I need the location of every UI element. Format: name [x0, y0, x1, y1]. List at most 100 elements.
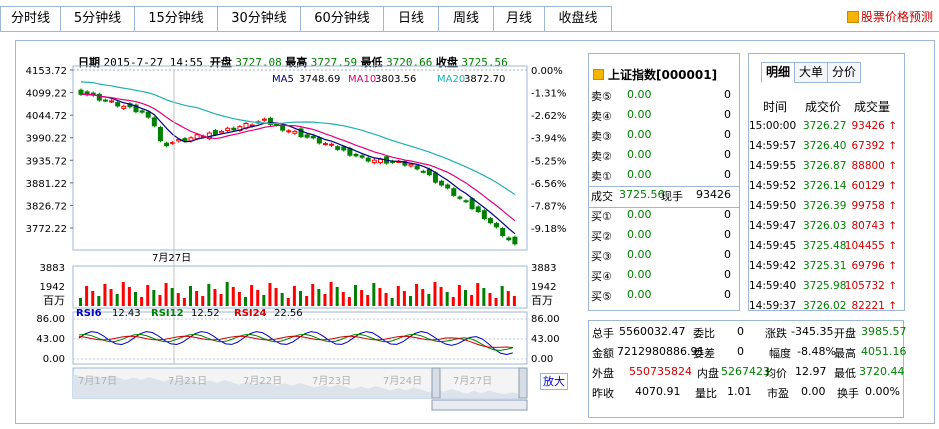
candle [341, 146, 347, 151]
volume-bar [237, 292, 241, 306]
volume-bar [470, 295, 474, 306]
volume-bar [347, 297, 351, 306]
detail-time: 14:59:57 [749, 140, 797, 152]
ma-value-0: 3748.69 [299, 74, 340, 85]
volume-bar [488, 293, 492, 306]
detail-time: 14:59:42 [749, 260, 797, 272]
detail-header: 成交量 [854, 100, 891, 114]
trade-price: 3725.56 [619, 188, 665, 201]
volume-bar [329, 282, 333, 306]
detail-time: 14:59:40 [749, 280, 797, 292]
volume-bar [219, 294, 223, 306]
orderbook-sell-row: 卖① 0.00 0 [589, 168, 739, 188]
overview-right-handle[interactable] [518, 367, 528, 399]
detail-tab-2[interactable]: 分价 [827, 62, 862, 83]
overview-left-handle[interactable] [431, 367, 441, 399]
detail-row: 14:59:55 3726.87 88800 ↑ [749, 160, 905, 180]
detail-time: 14:59:52 [749, 180, 797, 192]
detail-price: 3726.39 [803, 200, 847, 212]
stat-turnover-label: 换手 [837, 387, 859, 400]
detail-volume: 88800 ↑ [851, 160, 897, 172]
candle [371, 159, 377, 164]
orderbook-buy-row: 买⑤ 0.00 0 [589, 288, 739, 308]
orderbook-separator [589, 186, 739, 187]
overview-date: 7月22日 [243, 375, 282, 387]
vol-mid-left: 1942 [40, 282, 65, 293]
candle [145, 111, 151, 118]
detail-tab-1[interactable]: 大单 [794, 62, 829, 83]
candle [335, 146, 341, 150]
volume-bar [341, 292, 345, 306]
volume-bar [415, 284, 419, 306]
stat-open-label: 开盘 [834, 327, 856, 340]
pct-tick: -7.87% [531, 201, 566, 212]
candle [304, 134, 310, 138]
volume-bar [225, 282, 229, 306]
detail-volume: 104455 ↑ [844, 240, 897, 252]
stat-weibi-label: 委比 [693, 327, 715, 340]
ma-label-1: MA10 [348, 74, 376, 85]
stat-amp: -8.48% [797, 345, 836, 358]
price-tick: 4099.22 [26, 89, 67, 100]
candle [512, 236, 518, 245]
detail-price: 3726.03 [803, 220, 847, 232]
volume-bar [274, 288, 278, 306]
orderbook-sell-row: 卖② 0.00 0 [589, 148, 739, 168]
ob-label: 买③ [591, 250, 612, 263]
volume-bar [299, 291, 302, 306]
rsi-label-1: RSI12 [151, 308, 184, 319]
volume-bar [127, 287, 131, 306]
ob-volume: 0 [724, 168, 731, 181]
detail-price: 3725.98 [803, 280, 847, 292]
volume-bar [476, 283, 480, 306]
price-tick: 4153.72 [26, 66, 67, 77]
candle [219, 130, 225, 134]
volume-bar [158, 295, 162, 306]
candle [457, 196, 463, 199]
detail-row: 14:59:57 3726.40 67392 ↑ [749, 140, 905, 160]
volume-bar [97, 296, 101, 306]
candle [261, 118, 267, 121]
overview-scrollbar[interactable] [431, 399, 528, 411]
volume-bar [134, 292, 137, 306]
candle [102, 99, 108, 102]
stat-pe: 0.00 [801, 385, 826, 398]
volume-bar [384, 293, 388, 306]
volume-bar [396, 286, 400, 306]
stat-weicha: 0 [737, 345, 744, 358]
candle [377, 158, 383, 164]
ma20-line [80, 81, 516, 196]
stat-prev-label: 昨收 [592, 387, 614, 400]
candle [365, 157, 371, 162]
volume-bar [286, 298, 290, 306]
stat-total-hand: 5560032.47 [619, 325, 686, 338]
volume-bar [115, 294, 119, 306]
candle [445, 184, 451, 189]
index-icon [593, 69, 604, 80]
zoom-button[interactable]: 放大 [540, 373, 568, 390]
ob-label: 买④ [591, 270, 612, 283]
detail-row: 14:59:52 3726.14 60129 ↑ [749, 180, 905, 200]
detail-volume: 80743 ↑ [851, 220, 897, 232]
detail-header: 成交价 [805, 100, 842, 114]
trade-label: 成交 [591, 190, 613, 203]
rsi-value-2: 22.56 [274, 308, 303, 319]
rsi-label-0: RSI6 [76, 308, 102, 319]
detail-time: 14:59:47 [749, 220, 797, 232]
detail-row: 15:00:00 3726.27 93426 ↑ [749, 120, 905, 140]
volume-bar [451, 297, 455, 306]
stats-panel: 总手 5560032.47 委比 0 涨跌 -345.35 开盘 3985.57 金额 72129… [588, 320, 907, 418]
volume-bar [360, 290, 364, 306]
ob-label: 卖③ [591, 130, 612, 143]
ob-label: 买② [591, 230, 612, 243]
volume-bar [164, 283, 168, 306]
volume-bar [457, 285, 461, 306]
volume-bar [402, 291, 406, 306]
candle [121, 105, 127, 109]
stat-weibi: 0 [737, 325, 744, 338]
detail-tab-0[interactable]: 明细 [761, 62, 796, 83]
ob-price: 0.00 [627, 288, 652, 301]
volume-bar [195, 291, 199, 306]
volume-bar [482, 288, 486, 306]
detail-volume: 105732 ↑ [844, 280, 897, 292]
